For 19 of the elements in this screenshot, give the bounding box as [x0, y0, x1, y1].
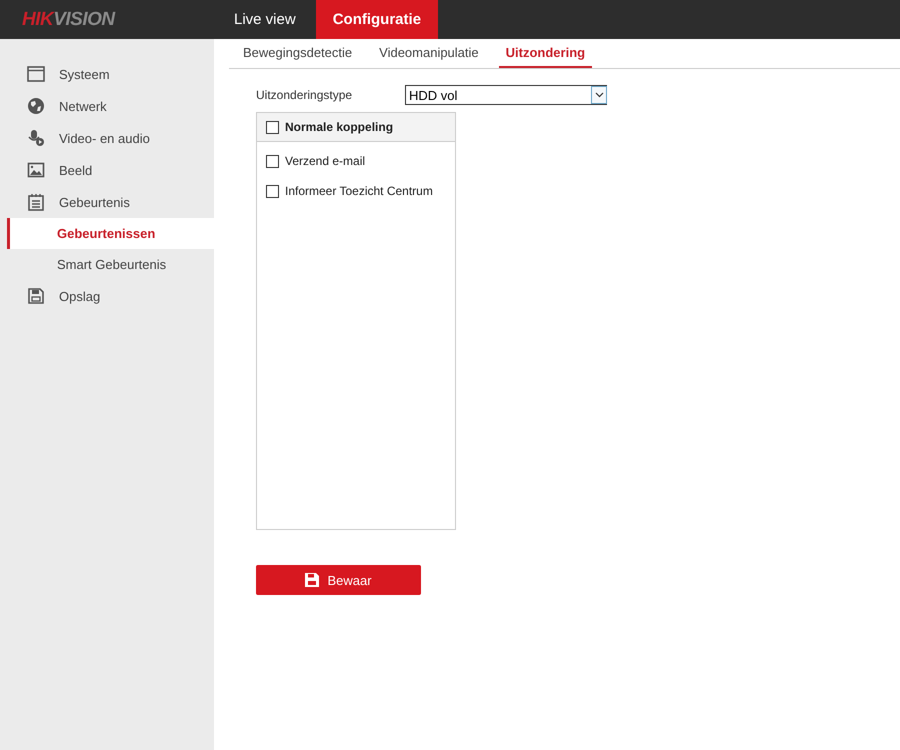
dropdown[interactable]: HDD vol	[405, 85, 607, 105]
tab[interactable]: Videomanipulatie	[372, 39, 486, 68]
sidebar-item[interactable]: Systeem	[0, 58, 214, 90]
checkbox-option[interactable]: Informeer Toezicht Centrum	[266, 176, 455, 206]
sidebar-item[interactable]: Smart Gebeurtenis	[0, 249, 214, 280]
save-button[interactable]: Bewaar	[256, 565, 421, 595]
sidebar-item[interactable]: Netwerk	[0, 90, 214, 122]
tab[interactable]: Bewegingsdetectie	[236, 39, 360, 68]
sidebar-item[interactable]: Opslag	[0, 280, 214, 312]
logo: HIKVISION	[21, 8, 116, 32]
tab[interactable]: Uitzondering	[498, 39, 592, 68]
nav-tab[interactable]: Live view	[218, 0, 312, 39]
nav-tab[interactable]: Configuratie	[316, 0, 438, 39]
checkbox-option[interactable]: Verzend e-mail	[266, 146, 455, 176]
sidebar-item[interactable]: Beeld	[0, 154, 214, 186]
sidebar-item[interactable]: Gebeurtenis	[0, 186, 214, 218]
sidebar-item[interactable]: Gebeurtenissen	[7, 218, 214, 249]
field-label: Uitzonderingstype	[256, 88, 354, 102]
sidebar-item[interactable]: Video- en audio	[0, 122, 214, 154]
